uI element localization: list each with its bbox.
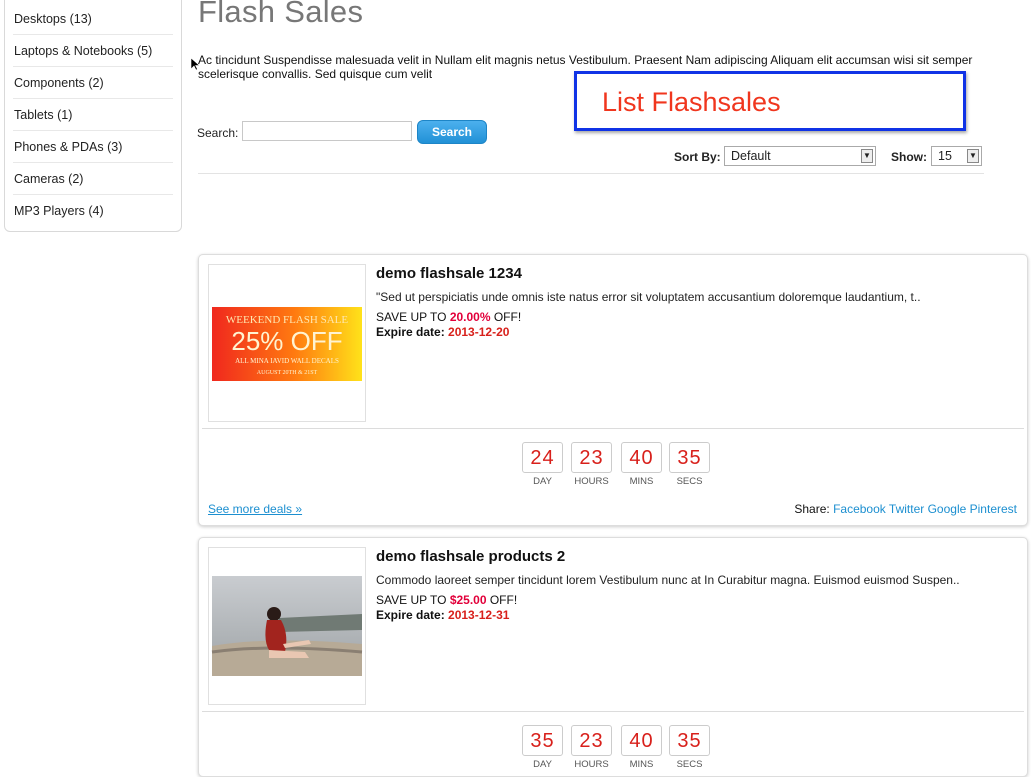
expire-label: Expire date: bbox=[376, 608, 449, 622]
deal-description: "Sed ut perspiciatis unde omnis iste nat… bbox=[376, 290, 921, 304]
page-title: Flash Sales bbox=[198, 0, 364, 29]
banner-line-2: 25% OFF bbox=[231, 326, 342, 356]
deal-description: Commodo laoreet semper tincidunt lorem V… bbox=[376, 573, 960, 587]
countdown-days: 35 DAY bbox=[522, 725, 563, 770]
countdown-value: 40 bbox=[621, 442, 662, 473]
category-item-phones[interactable]: Phones & PDAs (3) bbox=[13, 131, 173, 163]
sort-by-value: Default bbox=[731, 149, 771, 163]
product-photo-image bbox=[211, 576, 363, 676]
deal-expiry: Expire date: 2013-12-20 bbox=[376, 325, 509, 339]
savings-suffix: OFF! bbox=[490, 310, 522, 324]
deal-thumbnail[interactable]: WEEKEND FLASH SALE 25% OFF ALL MINA IAVI… bbox=[208, 264, 366, 422]
search-input[interactable] bbox=[242, 121, 412, 141]
deal-card: demo flashsale products 2 Commodo laoree… bbox=[198, 537, 1028, 777]
deal-thumbnail[interactable] bbox=[208, 547, 366, 705]
banner-line-1: WEEKEND FLASH SALE bbox=[226, 314, 348, 326]
countdown-secs: 35 SECS bbox=[669, 725, 710, 770]
annotation-label: List Flashsales bbox=[602, 87, 781, 117]
savings-suffix: OFF! bbox=[486, 593, 518, 607]
countdown-mins: 40 MINS bbox=[621, 442, 662, 487]
search-button[interactable]: Search bbox=[417, 120, 487, 144]
share-label: Share: bbox=[794, 502, 830, 516]
deal-savings: SAVE UP TO $25.00 OFF! bbox=[376, 593, 517, 607]
category-sidebar: Desktops (13) Laptops & Notebooks (5) Co… bbox=[4, 0, 182, 232]
countdown-days: 24 DAY bbox=[522, 442, 563, 487]
see-more-deals-link[interactable]: See more deals » bbox=[208, 502, 302, 516]
deal-title[interactable]: demo flashsale 1234 bbox=[376, 265, 522, 282]
chevron-down-icon: ▼ bbox=[967, 149, 979, 163]
sort-by-label: Sort By: bbox=[674, 150, 721, 164]
savings-value: $25.00 bbox=[449, 593, 487, 607]
countdown-unit: SECS bbox=[676, 759, 703, 770]
expire-label: Expire date: bbox=[376, 325, 449, 339]
savings-prefix: SAVE UP TO bbox=[376, 593, 450, 607]
annotation-callout: List Flashsales bbox=[574, 71, 966, 131]
countdown-value: 23 bbox=[571, 442, 612, 473]
countdown-value: 23 bbox=[571, 725, 612, 756]
countdown-unit: HOURS bbox=[574, 476, 609, 487]
category-item-tablets[interactable]: Tablets (1) bbox=[13, 99, 173, 131]
countdown-value: 35 bbox=[522, 725, 563, 756]
sort-by-select[interactable]: Default ▼ bbox=[724, 146, 876, 166]
countdown-unit: DAY bbox=[533, 759, 552, 770]
savings-prefix: SAVE UP TO bbox=[376, 310, 450, 324]
countdown-unit: MINS bbox=[629, 759, 654, 770]
countdown-unit: HOURS bbox=[574, 759, 609, 770]
toolbar-divider bbox=[198, 173, 984, 174]
category-item-laptops[interactable]: Laptops & Notebooks (5) bbox=[13, 35, 173, 67]
countdown-unit: DAY bbox=[533, 476, 552, 487]
show-count-value: 15 bbox=[938, 149, 952, 163]
category-list: Desktops (13) Laptops & Notebooks (5) Co… bbox=[5, 0, 181, 226]
show-label: Show: bbox=[891, 150, 927, 164]
card-divider bbox=[202, 711, 1024, 712]
flash-sale-banner-image: WEEKEND FLASH SALE 25% OFF ALL MINA IAVI… bbox=[212, 307, 362, 381]
countdown-mins: 40 MINS bbox=[621, 725, 662, 770]
deal-savings: SAVE UP TO 20.00% OFF! bbox=[376, 310, 521, 324]
card-divider bbox=[202, 428, 1024, 429]
share-twitter-link[interactable]: Twitter bbox=[889, 502, 924, 516]
countdown-value: 24 bbox=[522, 442, 563, 473]
search-label: Search: bbox=[197, 126, 239, 140]
expire-date: 2013-12-31 bbox=[448, 608, 510, 622]
countdown-hours: 23 HOURS bbox=[571, 442, 612, 487]
countdown-hours: 23 HOURS bbox=[571, 725, 612, 770]
category-item-mp3[interactable]: MP3 Players (4) bbox=[13, 195, 173, 226]
category-item-desktops[interactable]: Desktops (13) bbox=[13, 3, 173, 35]
share-google-link[interactable]: Google bbox=[928, 502, 967, 516]
deal-expiry: Expire date: 2013-12-31 bbox=[376, 608, 509, 622]
show-count-select[interactable]: 15 ▼ bbox=[931, 146, 982, 166]
category-item-cameras[interactable]: Cameras (2) bbox=[13, 163, 173, 195]
banner-line-3: ALL MINA IAVID WALL DECALS bbox=[235, 357, 339, 365]
countdown-value: 35 bbox=[669, 725, 710, 756]
countdown-unit: SECS bbox=[676, 476, 703, 487]
countdown-value: 40 bbox=[621, 725, 662, 756]
expire-date: 2013-12-20 bbox=[448, 325, 510, 339]
deal-card: WEEKEND FLASH SALE 25% OFF ALL MINA IAVI… bbox=[198, 254, 1028, 526]
savings-value: 20.00% bbox=[449, 310, 491, 324]
banner-line-4: AUGUST 20TH & 21ST bbox=[257, 370, 318, 376]
chevron-down-icon: ▼ bbox=[861, 149, 873, 163]
deal-title[interactable]: demo flashsale products 2 bbox=[376, 548, 565, 565]
countdown-secs: 35 SECS bbox=[669, 442, 710, 487]
countdown-unit: MINS bbox=[629, 476, 654, 487]
share-pinterest-link[interactable]: Pinterest bbox=[970, 502, 1017, 516]
share-links: Share: Facebook Twitter Google Pinterest bbox=[794, 502, 1017, 516]
countdown-value: 35 bbox=[669, 442, 710, 473]
category-item-components[interactable]: Components (2) bbox=[13, 67, 173, 99]
share-facebook-link[interactable]: Facebook bbox=[833, 502, 886, 516]
